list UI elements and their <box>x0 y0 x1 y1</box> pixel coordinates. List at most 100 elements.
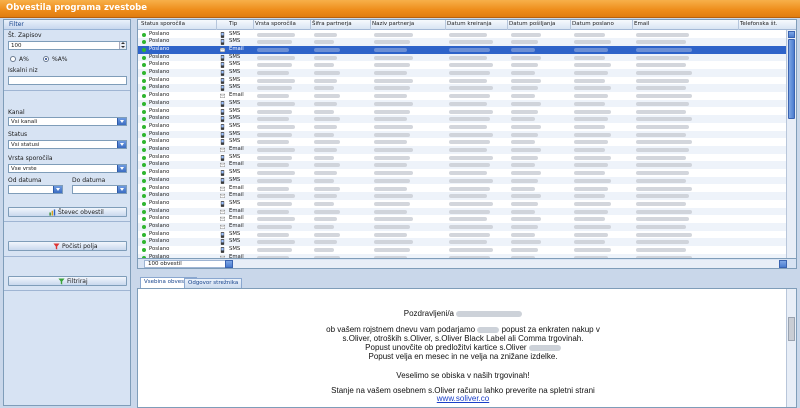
table-row[interactable]: Poslano SMS <box>138 115 787 123</box>
table-row[interactable]: Poslano SMS <box>138 169 787 177</box>
status-select[interactable]: Vsi statusi <box>8 140 127 149</box>
scroll-up-icon[interactable] <box>788 31 795 38</box>
date-from-picker[interactable] <box>8 185 63 194</box>
column-header-status[interactable]: Status sporočila <box>141 21 185 27</box>
table-row[interactable]: Poslano SMS <box>138 31 787 39</box>
table-row[interactable]: Poslano Email <box>138 223 787 231</box>
clear-fields-button[interactable]: Počisti polja <box>8 241 127 251</box>
redacted-cell <box>636 132 686 137</box>
chevron-down-icon[interactable] <box>117 118 126 125</box>
table-row[interactable]: Poslano SMS <box>138 69 787 77</box>
table-row[interactable]: Poslano Email <box>138 161 787 170</box>
scroll-thumb[interactable] <box>788 39 795 119</box>
scroll-right-icon[interactable] <box>779 260 787 268</box>
status-ok-icon <box>142 209 146 214</box>
redacted-cell <box>511 132 538 137</box>
website-link[interactable]: www.soliver.co <box>437 394 489 403</box>
chevron-down-icon[interactable] <box>53 186 62 193</box>
status-cell: Poslano <box>149 76 170 83</box>
redacted-cell <box>511 201 538 206</box>
radio-contains[interactable] <box>43 56 49 62</box>
type-cell: Email <box>229 45 244 52</box>
redacted-cell <box>314 55 337 60</box>
status-ok-icon <box>142 232 146 237</box>
filter-header-label: Filter <box>9 21 24 28</box>
grid-vertical-scrollbar[interactable] <box>786 30 796 268</box>
column-header-phone[interactable]: Telefonska št. <box>740 21 777 27</box>
envelope-icon <box>220 224 225 229</box>
table-row[interactable]: Poslano SMS <box>138 61 787 69</box>
redacted-cell <box>374 194 413 199</box>
date-from-label: Od datuma <box>8 177 42 184</box>
column-header-email[interactable]: Email <box>634 21 649 27</box>
table-row[interactable]: Poslano SMS <box>138 200 787 208</box>
status-ok-icon <box>142 71 146 75</box>
redacted-cell <box>574 209 608 214</box>
filter-button[interactable]: Filtriraj <box>8 276 127 286</box>
row-count-box: 100 obvestil <box>144 260 228 268</box>
redacted-cell <box>574 217 605 222</box>
table-row[interactable]: Poslano SMS <box>138 154 787 162</box>
date-to-picker[interactable] <box>72 185 127 194</box>
stepper-arrows-icon[interactable] <box>119 42 126 49</box>
status-ok-icon <box>142 225 146 229</box>
message-type-select[interactable]: Vse vrste <box>8 164 127 173</box>
redacted-cell <box>511 240 541 245</box>
redacted-cell <box>314 32 337 37</box>
table-row[interactable]: Poslano SMS <box>138 176 787 185</box>
grid-horizontal-scrollbar[interactable] <box>225 260 787 268</box>
radio-starts-with[interactable] <box>10 56 16 62</box>
table-row[interactable]: Poslano Email <box>138 215 787 223</box>
table-row[interactable]: Poslano Email <box>138 146 787 154</box>
table-row[interactable]: Poslano SMS <box>138 108 787 116</box>
column-header-type[interactable]: Tip <box>229 21 237 27</box>
redacted-cell <box>574 148 605 152</box>
table-row[interactable]: Poslano SMS <box>138 246 787 254</box>
column-header-sending[interactable]: Datum pošiljanja <box>509 21 555 27</box>
type-cell: Email <box>229 92 244 99</box>
records-stepper[interactable]: 100 <box>8 41 127 50</box>
table-row[interactable]: Poslano Email <box>138 92 787 100</box>
scroll-thumb[interactable] <box>788 317 795 341</box>
redacted-cell <box>374 209 407 214</box>
column-header-sent[interactable]: Datum poslano <box>572 21 614 27</box>
table-row[interactable]: Poslano Email <box>138 45 787 54</box>
table-row[interactable]: Poslano SMS <box>138 99 787 108</box>
chevron-down-icon[interactable] <box>117 141 126 148</box>
redacted-cell <box>449 86 493 91</box>
notification-counter-button[interactable]: Števec obvestil <box>8 207 127 217</box>
redacted-cell <box>511 148 541 152</box>
redacted-cell <box>574 40 611 45</box>
column-header-partner-code[interactable]: Šifra partnerja <box>312 21 352 27</box>
channel-select[interactable]: Vsi kanali <box>8 117 127 126</box>
table-row[interactable]: Poslano SMS <box>138 138 787 146</box>
redacted-cell <box>511 101 541 106</box>
table-row[interactable]: Poslano Email <box>138 207 787 216</box>
column-header-message-kind[interactable]: Vrsta sporočila <box>255 21 296 27</box>
redacted-cell <box>314 209 340 214</box>
redacted-cell <box>374 248 410 253</box>
phone-icon <box>220 39 225 46</box>
message-vertical-scrollbar[interactable] <box>786 289 796 407</box>
table-row[interactable]: Poslano SMS <box>138 77 787 85</box>
tab-server-response[interactable]: Odgovor strežnika <box>184 278 243 288</box>
redacted-cell <box>449 63 493 68</box>
table-row[interactable]: Poslano SMS <box>138 231 787 239</box>
table-row[interactable]: Poslano SMS <box>138 130 787 139</box>
status-cell: Poslano <box>149 53 170 60</box>
redacted-cell <box>511 225 538 229</box>
column-header-partner-name[interactable]: Naziv partnerja <box>372 21 414 27</box>
chevron-down-icon[interactable] <box>117 186 126 193</box>
table-row[interactable]: Poslano SMS <box>138 53 787 62</box>
table-row[interactable]: Poslano Email <box>138 192 787 200</box>
table-row[interactable]: Poslano Email <box>138 185 787 193</box>
column-divider <box>253 20 254 30</box>
table-row[interactable]: Poslano SMS <box>138 38 787 46</box>
table-row[interactable]: Poslano SMS <box>138 84 787 93</box>
chevron-down-icon[interactable] <box>117 165 126 172</box>
search-input[interactable] <box>8 76 127 85</box>
table-row[interactable]: Poslano SMS <box>138 123 787 131</box>
scroll-left-icon[interactable] <box>225 260 233 268</box>
table-row[interactable]: Poslano SMS <box>138 238 787 247</box>
column-header-created[interactable]: Datum kreiranja <box>447 21 492 27</box>
